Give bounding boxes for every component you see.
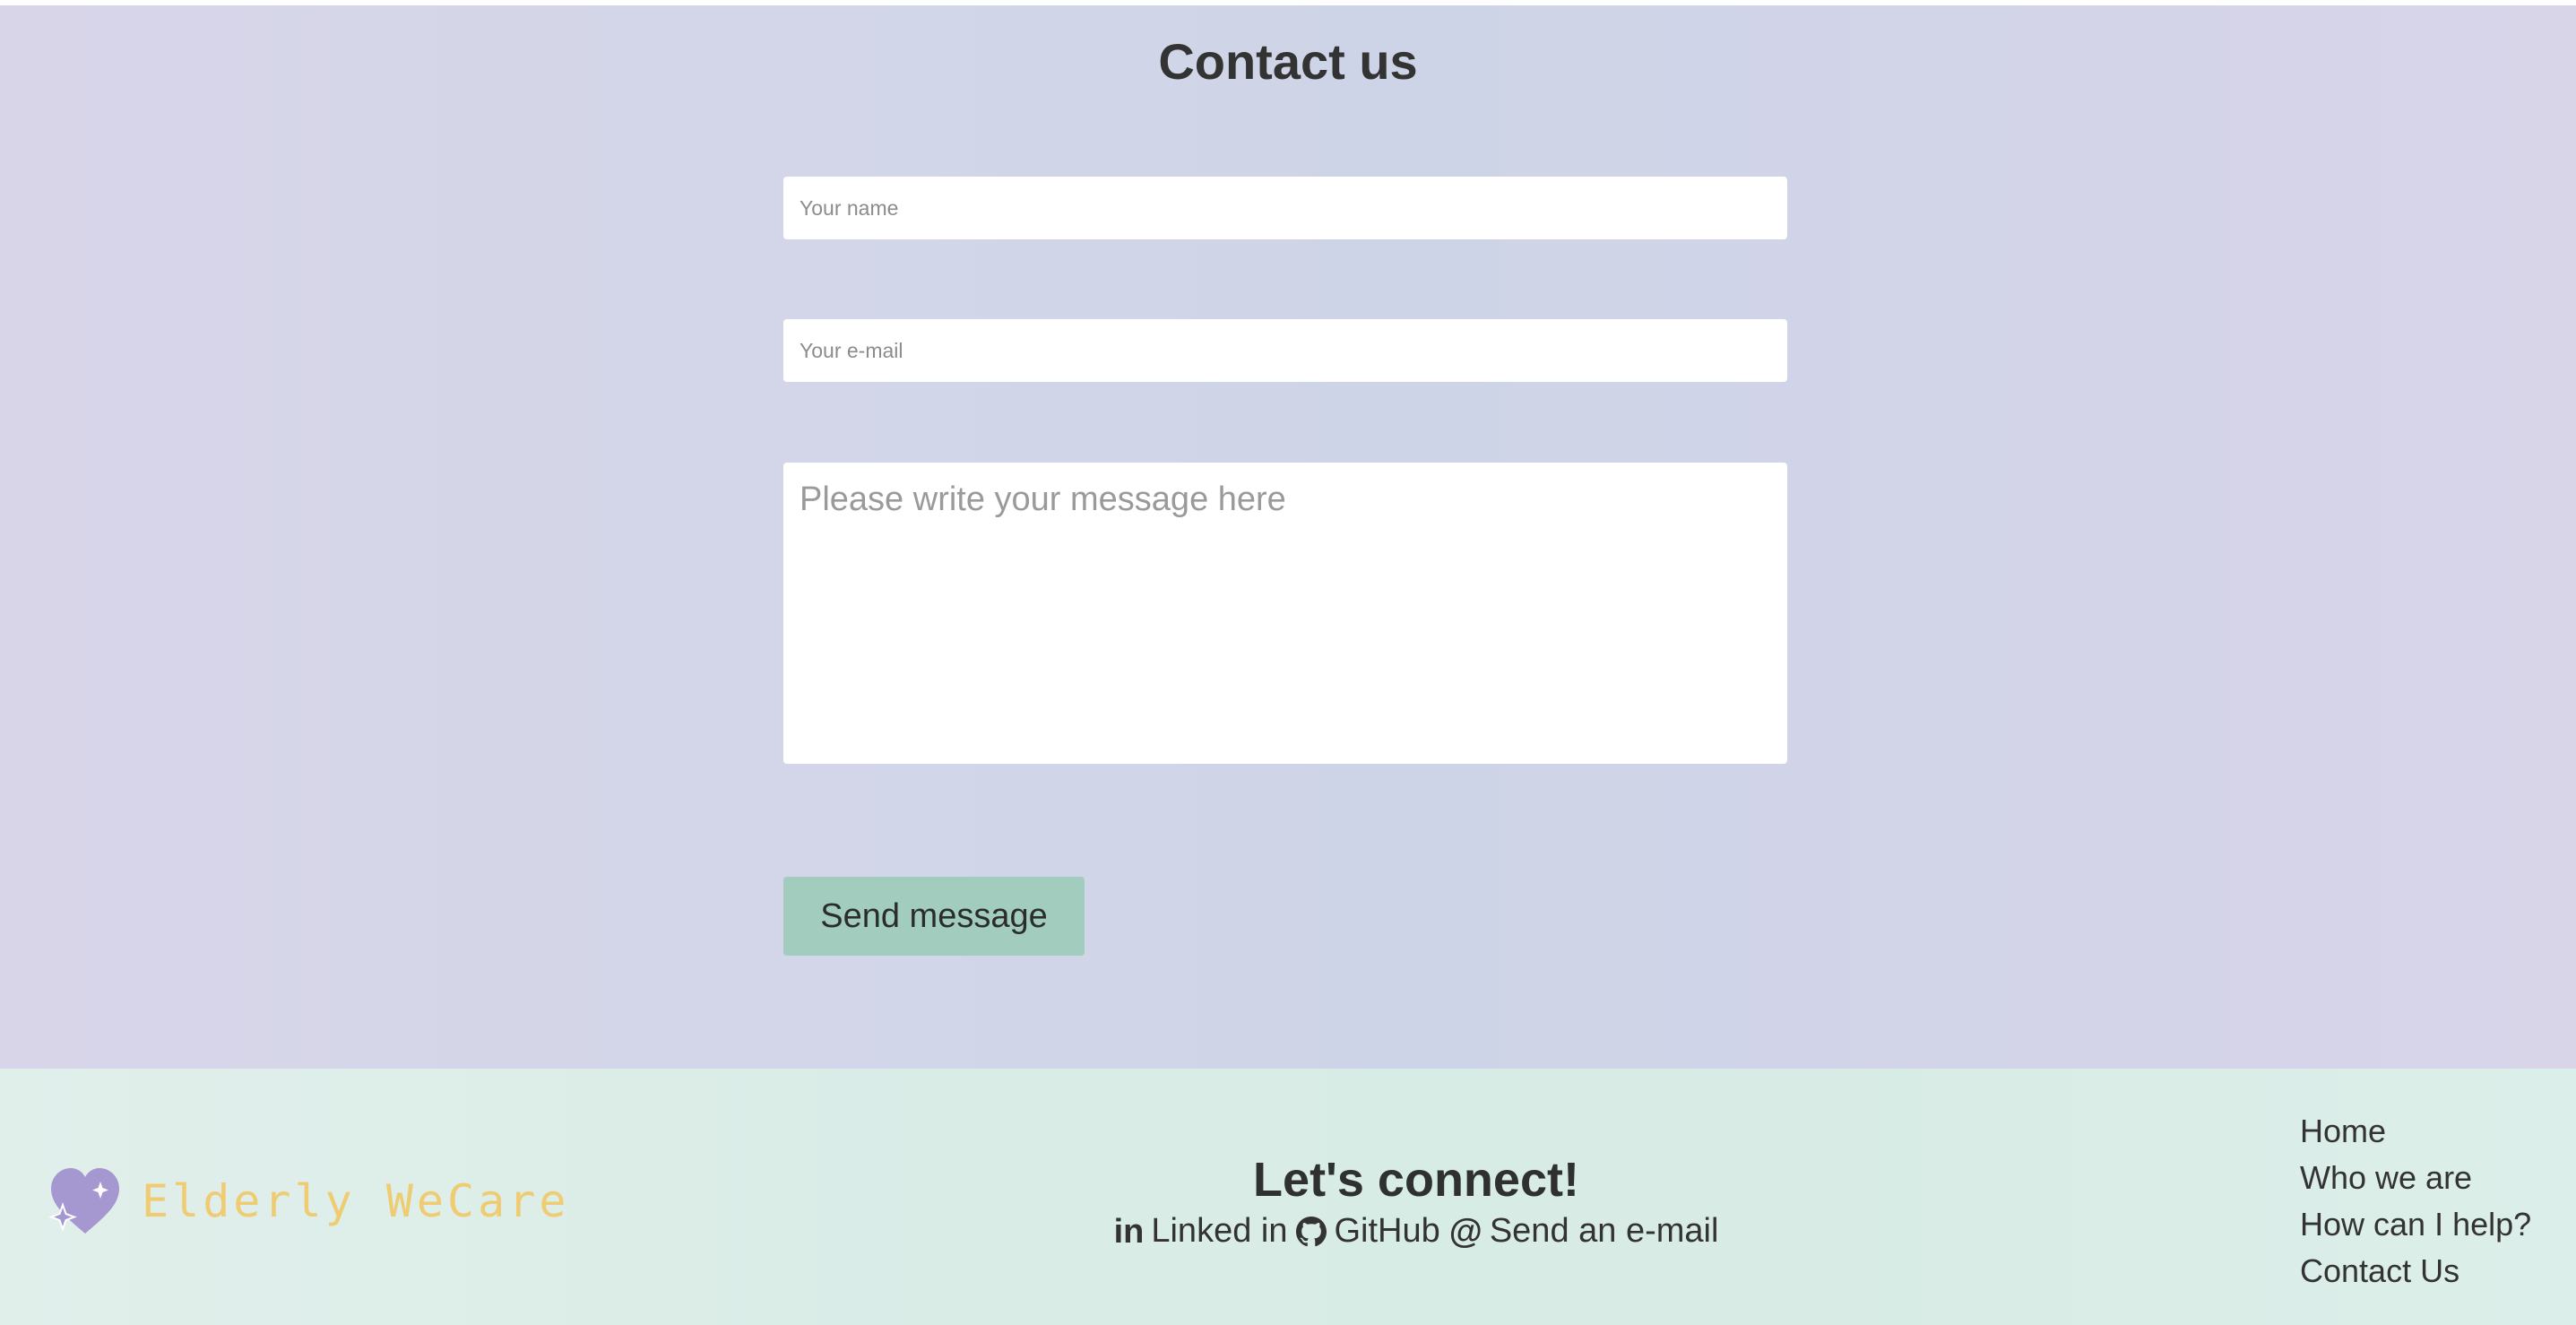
- linkedin-icon: in: [1113, 1212, 1145, 1251]
- footer-nav-home[interactable]: Home: [2300, 1108, 2531, 1155]
- page-title: Contact us: [1158, 33, 1418, 90]
- connect-links: in Linked in GitHub @ Send an e-mail: [968, 1212, 1864, 1251]
- linkedin-label: Linked in: [1151, 1212, 1288, 1250]
- message-textarea[interactable]: [783, 463, 1787, 764]
- brand-name: Elderly WeCare: [142, 1175, 570, 1227]
- footer-nav-who-we-are[interactable]: Who we are: [2300, 1155, 2531, 1201]
- github-label: GitHub: [1334, 1212, 1440, 1250]
- send-message-button[interactable]: Send message: [783, 877, 1085, 956]
- at-icon: @: [1448, 1212, 1482, 1251]
- github-link[interactable]: GitHub: [1296, 1212, 1440, 1251]
- connect-block: Let's connect! in Linked in GitHub @ Sen…: [968, 1151, 1864, 1251]
- email-link[interactable]: @ Send an e-mail: [1449, 1212, 1719, 1251]
- github-icon: [1296, 1216, 1327, 1246]
- email-label: Send an e-mail: [1489, 1212, 1719, 1250]
- contact-section: Contact us Send message: [0, 5, 2576, 1069]
- connect-title: Let's connect!: [1253, 1153, 1579, 1207]
- heart-sparkles-icon: [48, 1168, 119, 1234]
- footer-nav-contact-us[interactable]: Contact Us: [2300, 1248, 2531, 1295]
- brand[interactable]: Elderly WeCare: [48, 1165, 569, 1237]
- footer-nav-how-can-i-help[interactable]: How can I help?: [2300, 1201, 2531, 1248]
- footer-nav: Home Who we are How can I help? Contact …: [2300, 1108, 2531, 1295]
- email-input[interactable]: [783, 319, 1787, 382]
- footer: Elderly WeCare Let's connect! in Linked …: [0, 1069, 2576, 1325]
- linkedin-link[interactable]: in Linked in: [1114, 1212, 1288, 1251]
- name-input[interactable]: [783, 177, 1787, 239]
